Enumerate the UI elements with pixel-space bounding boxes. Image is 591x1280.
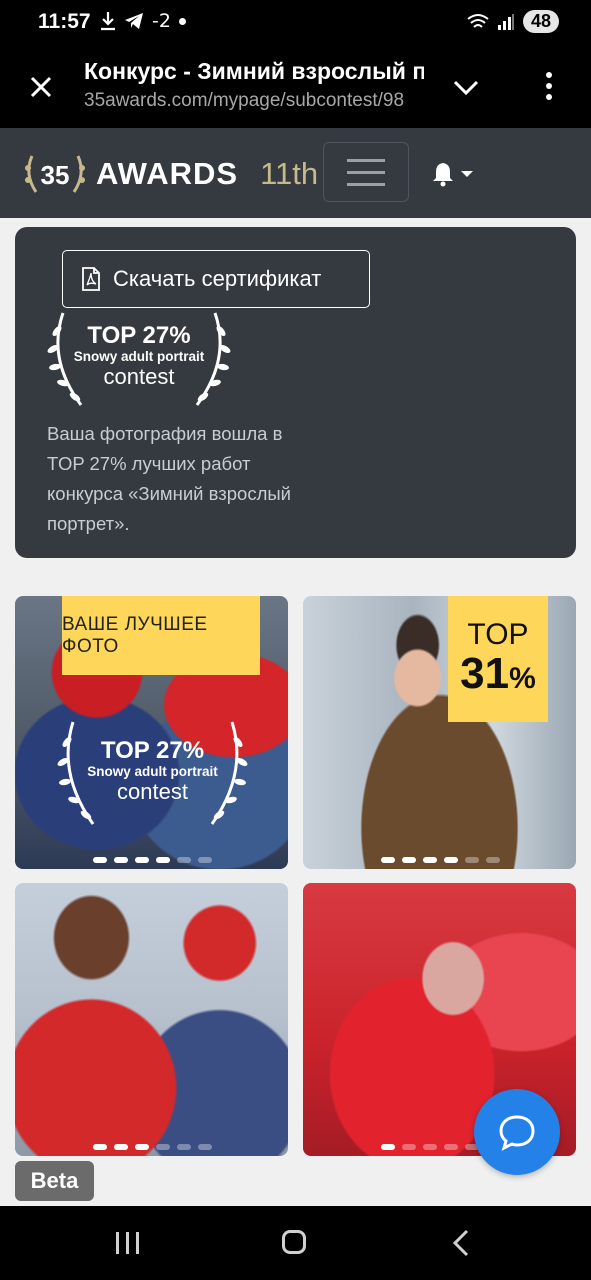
badge-contest-text: Snowy adult portrait [87, 764, 218, 779]
download-icon [101, 12, 115, 31]
expand-button[interactable] [446, 70, 486, 104]
carousel-dot[interactable] [381, 857, 395, 863]
recent-line-icon [126, 1232, 129, 1254]
badge-top-text: TOP 27% [87, 322, 191, 349]
status-right-icons: 48 [467, 10, 559, 33]
badge-top-text: TOP 27% [100, 737, 205, 764]
badge-contest-text: Snowy adult portrait [73, 349, 205, 364]
close-icon [30, 76, 52, 98]
back-button[interactable] [450, 1228, 472, 1258]
carousel-dot[interactable] [114, 857, 128, 863]
download-certificate-button[interactable]: Скачать сертификат [62, 250, 370, 308]
caret-down-icon [461, 171, 473, 177]
carousel-dots[interactable] [93, 1144, 212, 1150]
wifi-icon [467, 13, 489, 28]
carousel-dot[interactable] [486, 857, 500, 863]
home-button[interactable] [282, 1230, 306, 1254]
carousel-dot[interactable] [93, 1144, 107, 1150]
top-percent-label: TOP 31% [448, 596, 548, 722]
carousel-dot[interactable] [156, 1144, 170, 1150]
notification-dot-icon [178, 17, 186, 25]
certificate-description: Ваша фотография вошла в TOP 27% лучших р… [47, 423, 292, 534]
brand-name: AWARDS [96, 156, 239, 191]
carousel-dot[interactable] [135, 857, 149, 863]
top-value: 31% [460, 649, 536, 698]
carousel-dot[interactable] [423, 1144, 437, 1150]
signal-icon [497, 13, 514, 30]
menu-toggle-button[interactable] [323, 142, 409, 202]
photo-card[interactable]: TOP 31% [303, 596, 576, 869]
chat-button[interactable] [474, 1089, 560, 1175]
carousel-dot[interactable] [156, 857, 170, 863]
close-tab-button[interactable] [22, 68, 60, 106]
more-dot-icon [546, 83, 552, 89]
more-dot-icon [546, 94, 552, 100]
recent-line-icon [136, 1232, 139, 1254]
hamburger-line-icon [347, 158, 385, 162]
custom-tab-toolbar: Конкурс - Зимний взрослый портрет 35awar… [0, 48, 591, 128]
photo-top-badge: TOP 27% Snowy adult portrait contest [55, 718, 250, 828]
hamburger-line-icon [347, 182, 385, 186]
brand-edition: 11th [260, 156, 319, 191]
carousel-dot[interactable] [381, 1144, 395, 1150]
battery-indicator: 48 [522, 10, 559, 33]
badge-contest-word: contest [117, 779, 188, 804]
carousel-dot[interactable] [93, 857, 107, 863]
main-content: Скачать сертификат TOP 27% Snowy adult p… [0, 218, 591, 1206]
carousel-dot[interactable] [444, 857, 458, 863]
carousel-dot[interactable] [423, 857, 437, 863]
carousel-dot[interactable] [198, 857, 212, 863]
download-certificate-label: Скачать сертификат [113, 266, 322, 291]
back-arrow-icon [452, 1229, 469, 1257]
beta-badge: Beta [15, 1161, 94, 1201]
carousel-dot[interactable] [177, 1144, 191, 1150]
badge-contest-word: contest [103, 364, 175, 389]
carousel-dots[interactable] [381, 857, 500, 863]
chevron-down-icon [453, 80, 479, 96]
laurel-logo-icon: 35 [22, 148, 88, 200]
more-options-button[interactable] [532, 66, 566, 106]
top-percent-badge: TOP 27% Snowy adult portrait contest [45, 309, 233, 409]
chat-bubble-icon [499, 1115, 535, 1151]
photo-card[interactable] [15, 883, 288, 1156]
status-left-icons: -2 [100, 10, 186, 32]
carousel-dot[interactable] [135, 1144, 149, 1150]
system-navigation-bar [0, 1206, 591, 1280]
svg-text:35: 35 [41, 160, 70, 190]
notifications-dropdown[interactable] [430, 158, 480, 190]
carousel-dot[interactable] [402, 857, 416, 863]
page-title: Конкурс - Зимний взрослый портрет [84, 58, 424, 84]
carousel-dot[interactable] [444, 1144, 458, 1150]
page-url[interactable]: 35awards.com/mypage/subcontest/98 [84, 90, 424, 112]
sim-indicator: -2 [152, 10, 171, 32]
telegram-icon [125, 13, 143, 29]
carousel-dot[interactable] [114, 1144, 128, 1150]
status-bar: 11:57 -2 48 [0, 0, 591, 48]
best-photo-label: ВАШЕ ЛУЧШЕЕ ФОТО [62, 596, 260, 675]
carousel-dot[interactable] [198, 1144, 212, 1150]
recent-apps-button[interactable] [116, 1232, 142, 1254]
certificate-card: Скачать сертификат TOP 27% Snowy adult p… [15, 227, 576, 558]
carousel-dots[interactable] [93, 857, 212, 863]
carousel-dot[interactable] [177, 857, 191, 863]
more-dot-icon [546, 72, 552, 78]
carousel-dot[interactable] [465, 857, 479, 863]
top-word: TOP [467, 618, 529, 651]
recent-line-icon [116, 1232, 119, 1254]
photo-card-best[interactable]: ВАШЕ ЛУЧШЕЕ ФОТО TOP 27% Snowy adult por… [15, 596, 288, 869]
hamburger-line-icon [347, 170, 385, 174]
site-logo[interactable]: 35 AWARDS 11th [22, 148, 318, 200]
carousel-dot[interactable] [402, 1144, 416, 1150]
site-navbar: 35 AWARDS 11th [0, 128, 591, 218]
bell-icon [433, 163, 453, 187]
status-time: 11:57 [38, 10, 91, 33]
pdf-file-icon [82, 267, 100, 291]
